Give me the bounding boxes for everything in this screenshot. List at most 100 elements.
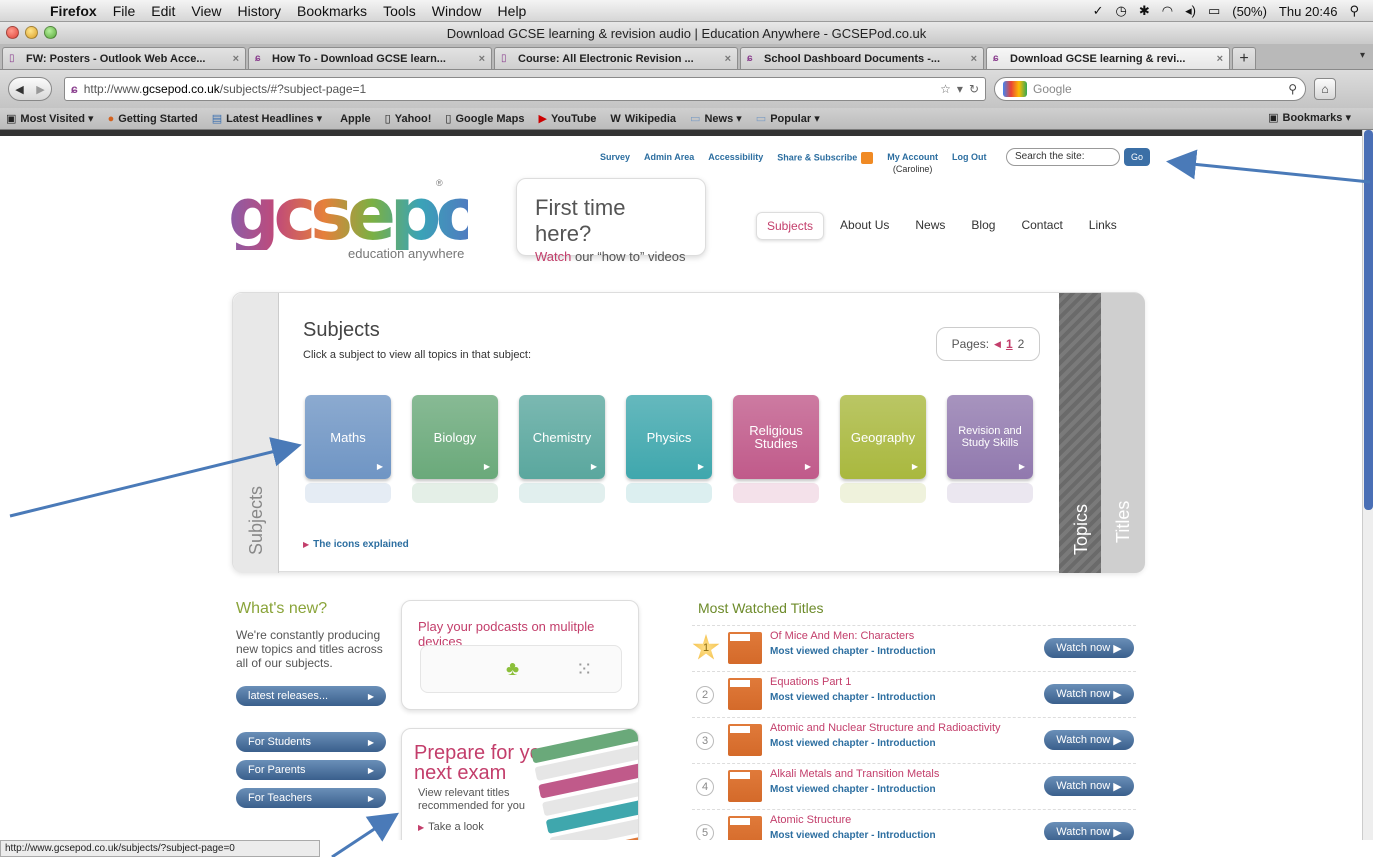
volume-icon[interactable]: ◂) (1185, 3, 1196, 19)
share-subscribe-link[interactable]: Share & Subscribe (777, 152, 874, 174)
subject-tile-maths[interactable]: Maths ▶ (305, 395, 391, 503)
for-parents-button[interactable]: For Parents ▶ (236, 760, 386, 780)
clock[interactable]: Thu 20:46 (1279, 4, 1338, 19)
accessibility-link[interactable]: Accessibility (708, 152, 763, 174)
forward-icon[interactable]: ▶ (36, 83, 44, 96)
menu-app[interactable]: Firefox (50, 3, 97, 19)
bookmark-google-maps[interactable]: ▯ Google Maps (445, 112, 524, 126)
bookmark-youtube[interactable]: ▶ YouTube (539, 112, 597, 126)
url-bar[interactable]: ɕ http://www. gcsepod.co.uk/subjects/#?su… (64, 77, 986, 101)
menu-file[interactable]: File (113, 3, 136, 19)
back-icon[interactable]: ◀ (15, 83, 23, 96)
latest-releases-button[interactable]: latest releases... ▶ (236, 686, 386, 706)
nav-links[interactable]: Links (1079, 212, 1127, 240)
wifi-icon[interactable]: ◠ (1162, 3, 1173, 19)
take-a-look-link[interactable]: ▶ Take a look (418, 821, 484, 833)
chapter-link[interactable]: Most viewed chapter - Introduction (770, 738, 936, 749)
title-thumbnail[interactable] (728, 632, 762, 664)
tab-course[interactable]: ▯ Course: All Electronic Revision ... × (494, 47, 738, 69)
vertical-scrollbar[interactable] (1362, 130, 1373, 840)
close-tab-icon[interactable]: × (233, 53, 239, 65)
titles-side-tab[interactable]: Titles (1101, 293, 1145, 573)
title-thumbnail[interactable] (728, 770, 762, 802)
nav-about-us[interactable]: About Us (830, 212, 899, 240)
blackberry-icon[interactable]: ⁙ (576, 657, 593, 682)
menu-bookmarks[interactable]: Bookmarks (297, 3, 367, 19)
subject-tile-biology[interactable]: Biology ▶ (412, 395, 498, 503)
menu-history[interactable]: History (237, 3, 281, 19)
watch-now-button[interactable]: Watch now ▶ (1044, 730, 1134, 750)
for-teachers-button[interactable]: For Teachers ▶ (236, 788, 386, 808)
watch-now-button[interactable]: Watch now ▶ (1044, 684, 1134, 704)
prepare-exam-box[interactable]: Prepare for your next exam View relevant… (401, 728, 639, 840)
title-thumbnail[interactable] (728, 816, 762, 840)
bookmark-popular[interactable]: ▭ Popular ▾ (756, 112, 820, 125)
admin-area-link[interactable]: Admin Area (644, 152, 694, 174)
home-button[interactable]: ⌂ (1314, 78, 1336, 100)
sync-icon[interactable]: ✓ (1093, 3, 1104, 19)
menu-tools[interactable]: Tools (383, 3, 416, 19)
spotlight-icon[interactable]: ⚲ (1349, 3, 1359, 19)
search-input[interactable]: Google ⚲ (994, 77, 1306, 101)
subjects-side-tab[interactable]: Subjects (233, 293, 279, 573)
bluetooth-icon[interactable]: ✱ (1139, 3, 1150, 19)
page-2-link[interactable]: 2 (1018, 337, 1025, 351)
bookmark-latest-headlines[interactable]: ▤ Latest Headlines ▾ (212, 112, 322, 125)
dropdown-icon[interactable]: ▾ (957, 82, 963, 96)
site-identity-icon[interactable]: ɕ (71, 82, 78, 96)
for-students-button[interactable]: For Students ▶ (236, 732, 386, 752)
tab-how-to[interactable]: ɕ How To - Download GCSE learn... × (248, 47, 492, 69)
watch-now-button[interactable]: Watch now ▶ (1044, 776, 1134, 796)
battery-icon[interactable]: ▭ (1208, 3, 1220, 19)
menu-window[interactable]: Window (432, 3, 482, 19)
tab-outlook[interactable]: ▯ FW: Posters - Outlook Web Acce... × (2, 47, 246, 69)
chapter-link[interactable]: Most viewed chapter - Introduction (770, 646, 936, 657)
title-thumbnail[interactable] (728, 724, 762, 756)
nav-subjects[interactable]: Subjects (756, 212, 825, 240)
bookmarks-menu[interactable]: ▣ Bookmarks ▾ (1268, 111, 1351, 125)
site-search-input[interactable]: Search the site: (1006, 148, 1120, 166)
watch-now-button[interactable]: Watch now ▶ (1044, 822, 1134, 840)
google-engine-icon[interactable] (1003, 81, 1027, 97)
title-link[interactable]: Of Mice And Men: Characters (770, 630, 914, 642)
watch-now-button[interactable]: Watch now ▶ (1044, 638, 1134, 658)
icons-explained-link[interactable]: ▶ The icons explained (303, 539, 409, 550)
reload-icon[interactable]: ↻ (969, 82, 979, 96)
logout-link[interactable]: Log Out (952, 152, 987, 174)
subject-tile-chemistry[interactable]: Chemistry ▶ (519, 395, 605, 503)
chapter-link[interactable]: Most viewed chapter - Introduction (770, 692, 936, 703)
tab-dashboard[interactable]: ɕ School Dashboard Documents -... × (740, 47, 984, 69)
bookmark-most-visited[interactable]: ▣ Most Visited ▾ (6, 112, 94, 125)
site-search-go-button[interactable]: Go (1124, 148, 1150, 166)
subject-tile-geography[interactable]: Geography ▶ (840, 395, 926, 503)
close-tab-icon[interactable]: × (971, 53, 977, 65)
rss-icon[interactable] (861, 152, 874, 164)
close-tab-icon[interactable]: × (725, 53, 731, 65)
close-window-button[interactable] (6, 26, 19, 39)
tab-list-icon[interactable]: ▾ (1360, 50, 1365, 61)
subject-tile-revision-study-skills[interactable]: Revision and Study Skills ▶ (947, 395, 1033, 503)
chapter-link[interactable]: Most viewed chapter - Introduction (770, 830, 936, 840)
menu-edit[interactable]: Edit (151, 3, 175, 19)
new-tab-button[interactable]: + (1232, 47, 1256, 69)
nav-blog[interactable]: Blog (961, 212, 1005, 240)
page-1-link[interactable]: 1 (1006, 337, 1013, 351)
android-icon[interactable]: ♣ (506, 658, 519, 681)
bookmark-getting-started[interactable]: ● Getting Started (108, 113, 198, 125)
survey-link[interactable]: Survey (600, 152, 630, 174)
zoom-window-button[interactable] (44, 26, 57, 39)
chapter-link[interactable]: Most viewed chapter - Introduction (770, 784, 936, 795)
bookmark-news[interactable]: ▭ News ▾ (690, 112, 742, 125)
bookmark-apple[interactable]: Apple (336, 113, 371, 125)
close-tab-icon[interactable]: × (1217, 53, 1223, 65)
prev-page-icon[interactable]: ◀ (994, 339, 1001, 350)
nav-news[interactable]: News (905, 212, 955, 240)
close-tab-icon[interactable]: × (479, 53, 485, 65)
menu-view[interactable]: View (191, 3, 221, 19)
nav-contact[interactable]: Contact (1011, 212, 1072, 240)
topics-side-tab[interactable]: Topics (1059, 293, 1101, 573)
bookmark-wikipedia[interactable]: W Wikipedia (610, 113, 676, 125)
bookmark-star-icon[interactable]: ☆ (940, 82, 951, 96)
subject-tile-physics[interactable]: Physics ▶ (626, 395, 712, 503)
time-machine-icon[interactable]: ◷ (1115, 3, 1126, 19)
